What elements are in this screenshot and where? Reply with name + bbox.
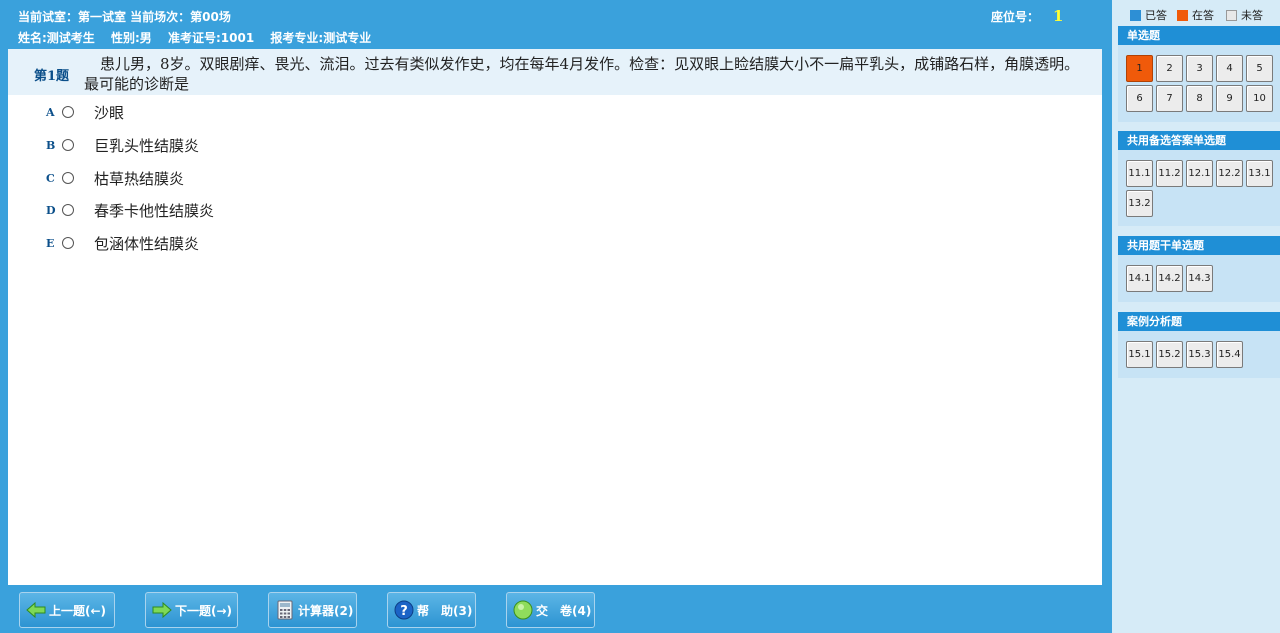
main-panel: 当前试室：第一试室 当前场次：第00场 姓名:测试考生 性别:男 准考证号:10… [0, 0, 1112, 633]
seat-number: 座位号： 1 [991, 7, 1063, 25]
seat-value: 1 [1053, 7, 1064, 25]
question-nav-button[interactable]: 15.3 [1186, 341, 1213, 368]
question-nav-button[interactable]: 6 [1126, 85, 1153, 112]
help-label: 帮 助(3) [417, 603, 473, 618]
option-text: 包涵体性结膜炎 [94, 234, 200, 253]
question-nav-button[interactable]: 12.2 [1216, 160, 1243, 187]
status-legend: 已答 在答 未答 [1112, 0, 1280, 26]
section-title: 共用题干单选题 [1118, 236, 1280, 255]
question-nav-button[interactable]: 10 [1246, 85, 1273, 112]
question-stem: 第1题 患儿男，8岁。双眼剧痒、畏光、流泪。过去有类似发作史，均在每年4月发作。… [8, 49, 1102, 95]
answered-swatch [1130, 9, 1141, 21]
prev-question-button[interactable]: 上一题(←) [19, 592, 115, 628]
question-nav-button[interactable]: 13.1 [1246, 160, 1273, 187]
next-question-button[interactable]: 下一题(→) [145, 592, 238, 628]
submit-exam-button[interactable]: 交 卷(4) [506, 592, 595, 628]
question-nav-button[interactable]: 7 [1156, 85, 1183, 112]
admission-ticket: 准考证号:1001 [168, 31, 255, 45]
option-letter: A [46, 105, 55, 119]
option-radio[interactable] [62, 106, 74, 118]
option-text: 巨乳头性结膜炎 [94, 136, 200, 155]
question-nav-button[interactable]: 9 [1216, 85, 1243, 112]
candidate-major: 报考专业:测试专业 [270, 31, 372, 45]
calculator-label: 计算器(2) [298, 603, 354, 618]
section-title: 案例分析题 [1118, 312, 1280, 331]
question-nav-button[interactable]: 5 [1246, 55, 1273, 82]
question-nav-button[interactable]: 8 [1186, 85, 1213, 112]
question-nav-button[interactable]: 4 [1216, 55, 1243, 82]
question-nav-button[interactable]: 15.2 [1156, 341, 1183, 368]
legend-unanswered-label: 未答 [1241, 9, 1263, 22]
candidate-name: 姓名:测试考生 [18, 31, 95, 45]
section-single-choice: 单选题 1 2 3 4 5 6 7 8 9 10 [1118, 26, 1280, 122]
question-nav-button[interactable]: 1 [1126, 55, 1153, 82]
option-b[interactable]: B 巨乳头性结膜炎 [46, 133, 199, 157]
help-button[interactable]: ? 帮 助(3) [387, 592, 476, 628]
section-title: 共用备选答案单选题 [1118, 131, 1280, 150]
option-c[interactable]: C 枯草热结膜炎 [46, 166, 184, 190]
question-navigator: 已答 在答 未答 单选题 1 2 3 4 5 6 7 8 9 10 共用备选答案单选题 11.1 1… [1112, 0, 1280, 633]
current-swatch [1177, 9, 1188, 21]
option-text: 沙眼 [94, 103, 125, 122]
option-a[interactable]: A 沙眼 [46, 100, 124, 124]
section-title: 单选题 [1118, 26, 1280, 45]
calculator-button[interactable]: 计算器(2) [268, 592, 357, 628]
option-e[interactable]: E 包涵体性结膜炎 [46, 231, 199, 255]
option-letter: B [46, 138, 56, 152]
help-icon: ? [394, 600, 414, 620]
question-nav-button[interactable]: 2 [1156, 55, 1183, 82]
question-nav-button[interactable]: 15.1 [1126, 341, 1153, 368]
prev-label: 上一题(←) [49, 603, 107, 618]
legend-current-label: 在答 [1192, 9, 1214, 22]
option-text: 枯草热结膜炎 [94, 169, 185, 188]
question-nav-button[interactable]: 12.1 [1186, 160, 1213, 187]
option-radio[interactable] [62, 139, 74, 151]
option-radio[interactable] [62, 204, 74, 216]
svg-text:?: ? [400, 604, 408, 619]
section-case-analysis: 案例分析题 15.1 15.2 15.3 15.4 [1118, 312, 1280, 378]
legend-current: 在答 [1177, 7, 1214, 23]
exam-header: 当前试室：第一试室 当前场次：第00场 姓名:测试考生 性别:男 准考证号:10… [0, 0, 1112, 48]
unanswered-swatch [1226, 9, 1237, 21]
question-nav-button[interactable]: 14.1 [1126, 265, 1153, 292]
option-radio[interactable] [62, 237, 74, 249]
legend-unanswered: 未答 [1226, 7, 1263, 23]
option-letter: D [46, 203, 56, 217]
exam-room-info: 当前试室：第一试室 当前场次：第00场 [18, 10, 231, 24]
arrow-left-icon [26, 600, 46, 620]
question-nav-button[interactable]: 14.2 [1156, 265, 1183, 292]
option-radio[interactable] [62, 172, 74, 184]
arrow-right-icon [152, 600, 172, 620]
green-circle-icon [513, 600, 533, 620]
question-nav-button[interactable]: 15.4 [1216, 341, 1243, 368]
question-nav-button[interactable]: 14.3 [1186, 265, 1213, 292]
question-area: 第1题 患儿男，8岁。双眼剧痒、畏光、流泪。过去有类似发作史，均在每年4月发作。… [8, 49, 1102, 585]
question-nav-button[interactable]: 13.2 [1126, 190, 1153, 217]
candidate-info: 姓名:测试考生 性别:男 准考证号:1001 报考专业:测试专业 [18, 29, 383, 46]
option-text: 春季卡他性结膜炎 [94, 201, 215, 220]
section-shared-stem: 共用题干单选题 14.1 14.2 14.3 [1118, 236, 1280, 302]
question-nav-button[interactable]: 3 [1186, 55, 1213, 82]
candidate-gender: 性别:男 [111, 31, 152, 45]
question-nav-button[interactable]: 11.1 [1126, 160, 1153, 187]
next-label: 下一题(→) [175, 603, 233, 618]
legend-answered: 已答 [1130, 7, 1167, 23]
option-letter: C [46, 171, 55, 185]
question-text: 患儿男，8岁。双眼剧痒、畏光、流泪。过去有类似发作史，均在每年4月发作。检查：见… [84, 55, 1080, 93]
calculator-icon [275, 600, 295, 620]
legend-answered-label: 已答 [1145, 9, 1167, 22]
submit-label: 交 卷(4) [536, 603, 592, 618]
question-number: 第1题 [34, 69, 70, 84]
option-d[interactable]: D 春季卡他性结膜炎 [46, 198, 214, 222]
section-shared-options: 共用备选答案单选题 11.1 11.2 12.1 12.2 13.1 13.2 [1118, 131, 1280, 226]
question-nav-button[interactable]: 11.2 [1156, 160, 1183, 187]
seat-label: 座位号： [991, 10, 1040, 24]
option-letter: E [46, 236, 55, 250]
